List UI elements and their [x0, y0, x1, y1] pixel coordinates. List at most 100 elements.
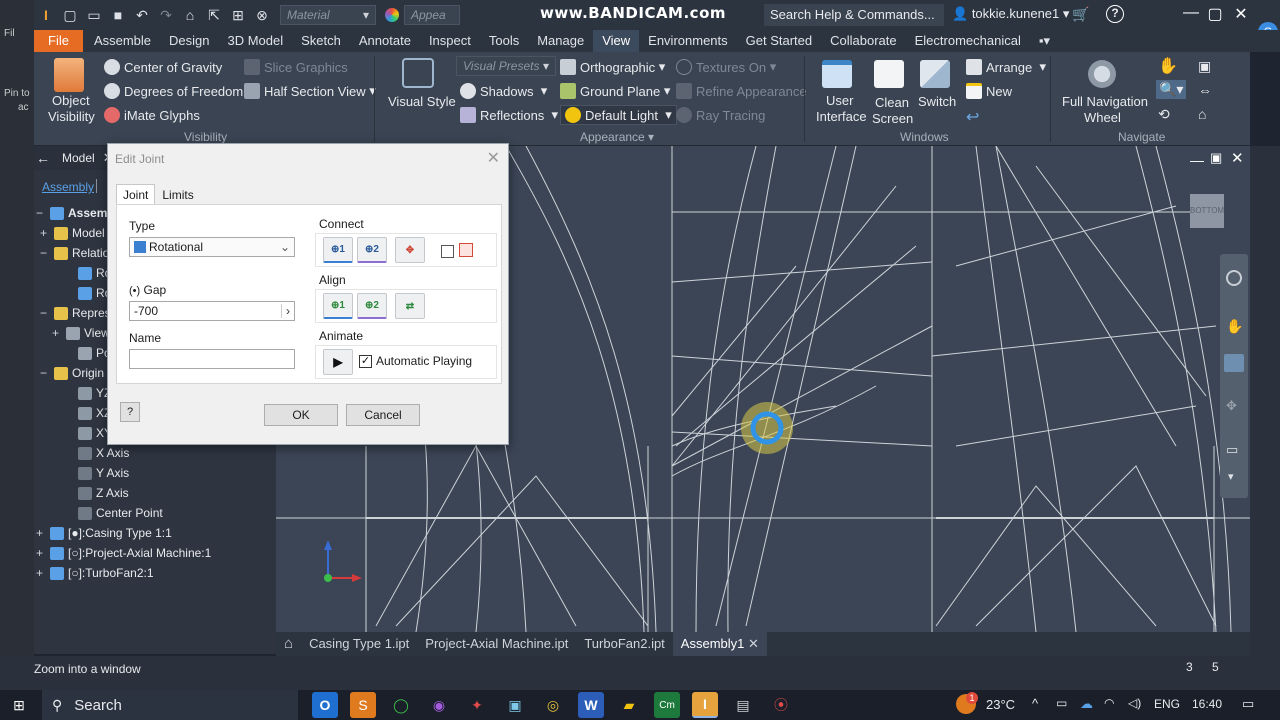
steering-wheel-icon[interactable] — [1226, 270, 1242, 286]
cancel-button[interactable]: Cancel — [346, 404, 420, 426]
nav-pan-icon[interactable]: ✋ — [1226, 318, 1243, 335]
tab-manage[interactable]: Manage — [528, 30, 593, 52]
user-interface-icon[interactable] — [822, 60, 852, 88]
expand-toggle-icon[interactable]: + — [52, 326, 62, 340]
tray-chevron-icon[interactable]: ^ — [1032, 696, 1038, 711]
half-section-view-button[interactable]: Half Section View ▾ — [244, 83, 376, 99]
back-arrow-icon[interactable]: ← — [36, 150, 50, 166]
notifications-icon[interactable]: ▭ — [1242, 696, 1254, 712]
tree-item[interactable]: Y Axis — [64, 466, 129, 480]
tab-limits[interactable]: Limits — [155, 184, 200, 206]
adaptive-icon[interactable]: ⊗ — [250, 4, 274, 26]
viewport-close-icon[interactable]: ✕ — [1231, 149, 1244, 167]
orthographic-button[interactable]: Orthographic ▾ — [560, 59, 665, 75]
arrange-button[interactable]: Arrange ▾ — [966, 59, 1046, 75]
navigation-bar[interactable]: ✋ ✥ ▭ ▾ — [1220, 254, 1248, 498]
joint-type-dropdown[interactable]: Rotational ⌄ — [129, 237, 295, 257]
select-icon[interactable]: ⇱ — [202, 4, 226, 26]
home-icon[interactable]: ⌂ — [178, 4, 202, 26]
gap-input[interactable]: -700 › — [129, 301, 295, 321]
bandicam-icon[interactable]: ⦿ — [768, 692, 794, 718]
search-help-input[interactable]: Search Help & Commands... — [764, 4, 944, 26]
imate-glyphs-button[interactable]: iMate Glyphs — [104, 107, 200, 123]
expand-toggle-icon[interactable]: + — [40, 226, 50, 240]
user-account[interactable]: 👤 tokkie.kunene1 ▾ — [952, 6, 1069, 22]
tab-tools[interactable]: Tools — [480, 30, 528, 52]
ray-tracing-button[interactable]: Ray Tracing — [676, 107, 765, 123]
visual-style-icon[interactable] — [402, 58, 434, 88]
zoom-icon[interactable]: 🔍▾ — [1156, 80, 1187, 99]
doc-tab[interactable]: Casing Type 1.ipt — [301, 632, 417, 656]
nav-options-icon[interactable]: ▾ — [1228, 470, 1234, 483]
tab-joint[interactable]: Joint — [116, 184, 156, 206]
dialog-close-icon[interactable]: ✕ — [487, 148, 500, 168]
tab-view[interactable]: View — [593, 30, 640, 52]
clean-screen-label-2[interactable]: Screen — [872, 111, 913, 126]
tab-get-started[interactable]: Get Started — [737, 30, 821, 52]
reflections-button[interactable]: Reflections ▾ — [460, 107, 558, 123]
nav-orbit-icon[interactable]: ✥ — [1226, 398, 1237, 414]
ok-button[interactable]: OK — [264, 404, 338, 426]
browser-subtab-assembly[interactable]: Assembly — [42, 180, 94, 194]
inventor-taskbar-icon[interactable]: I — [692, 692, 718, 718]
clock[interactable]: 16:40 — [1192, 697, 1222, 711]
refresh-app-icon[interactable]: ◯ — [388, 692, 414, 718]
slice-graphics-button[interactable]: Slice Graphics — [244, 59, 348, 75]
file-explorer-icon[interactable]: ▰ — [616, 692, 642, 718]
tab-annotate[interactable]: Annotate — [350, 30, 420, 52]
flip-align-button[interactable]: ⇄ — [395, 293, 425, 319]
visual-style-label[interactable]: Visual Style — [388, 94, 456, 109]
open-folder-icon[interactable]: ▭ — [82, 4, 106, 26]
language-indicator[interactable]: ENG — [1154, 697, 1180, 711]
full-navigation-label-2[interactable]: Wheel — [1084, 110, 1121, 125]
home-view-icon[interactable]: ⌂ — [1198, 106, 1206, 122]
cascade-back-icon[interactable]: ↩ — [966, 107, 979, 127]
expand-toggle-icon[interactable]: + — [36, 546, 46, 560]
visual-presets-dropdown[interactable]: Visual Presets ▾ — [456, 56, 556, 76]
close-icon[interactable]: ✕ — [1226, 4, 1256, 26]
tab-file[interactable]: File — [34, 30, 83, 52]
wifi-icon[interactable]: ◠ — [1104, 696, 1114, 710]
tree-item[interactable]: Z Axis — [64, 486, 129, 500]
photos-icon[interactable]: ▣ — [502, 692, 528, 718]
inventor-logo-icon[interactable]: I — [34, 4, 58, 26]
pan-icon[interactable]: ✋ — [1158, 56, 1178, 76]
word-icon[interactable]: W — [578, 692, 604, 718]
app-icon[interactable]: ◉ — [426, 692, 452, 718]
doc-tab[interactable]: TurboFan2.ipt — [576, 632, 672, 656]
network-icon[interactable]: ▭ — [1056, 696, 1067, 710]
update-icon[interactable]: ⊞ — [226, 4, 250, 26]
redo-icon[interactable]: ↷ — [154, 4, 178, 26]
tab-sketch[interactable]: Sketch — [292, 30, 350, 52]
ground-plane-button[interactable]: Ground Plane ▾ — [560, 83, 670, 99]
object-visibility-label-2[interactable]: Visibility — [48, 109, 95, 124]
tab-inspect[interactable]: Inspect — [420, 30, 480, 52]
tree-item[interactable]: X Axis — [64, 446, 129, 460]
app-icon-2[interactable]: ▤ — [730, 692, 756, 718]
clean-screen-icon[interactable] — [874, 60, 904, 88]
tree-item[interactable]: Center Point — [64, 506, 163, 520]
tree-item[interactable]: − Represe — [40, 306, 117, 320]
user-interface-label-2[interactable]: Interface — [816, 109, 867, 124]
color-wheel-icon[interactable] — [380, 4, 404, 26]
help-button[interactable]: ? — [120, 402, 140, 422]
material-dropdown[interactable]: Material ▾ — [280, 5, 376, 25]
browser-tab-model[interactable]: Model — [62, 151, 95, 165]
tree-item[interactable]: + View — [52, 326, 110, 340]
navigation-wheel-icon[interactable] — [1088, 60, 1116, 88]
automatic-playing-checkbox[interactable]: ✓ — [359, 355, 372, 368]
textures-on-button[interactable]: Textures On ▾ — [676, 59, 776, 75]
windows-start-icon[interactable]: ⊞ — [6, 692, 32, 718]
tree-item[interactable]: + [○]:Project-Axial Machine:1 — [36, 546, 211, 560]
volume-icon[interactable]: ◁) — [1128, 696, 1141, 710]
taskbar-search-box[interactable]: ⚲ Search — [42, 690, 298, 720]
gap-arrow-icon[interactable]: › — [281, 304, 290, 318]
chrome-icon[interactable]: ◎ — [540, 692, 566, 718]
help-icon[interactable]: ? — [1106, 5, 1124, 23]
red-app-icon[interactable]: ✦ — [464, 692, 490, 718]
full-navigation-label-1[interactable]: Full Navigation — [1062, 94, 1148, 109]
play-button[interactable]: ▶ — [323, 349, 353, 375]
cm-app-icon[interactable]: Cm — [654, 692, 680, 718]
switch-label[interactable]: Switch — [918, 94, 956, 109]
name-input[interactable] — [129, 349, 295, 369]
